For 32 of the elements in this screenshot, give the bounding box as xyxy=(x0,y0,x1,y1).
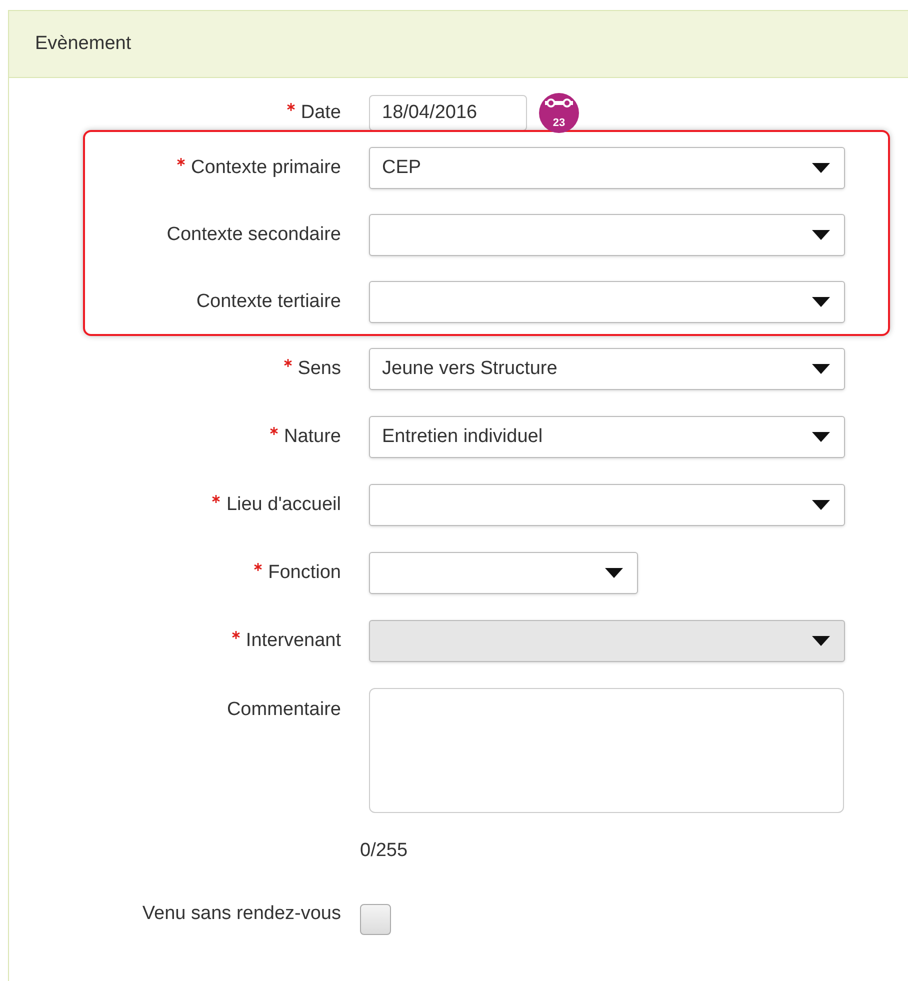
field-label: Intervenant xyxy=(246,628,341,653)
dropdown[interactable] xyxy=(369,552,638,594)
field-label: Venu sans rendez-vous xyxy=(142,902,341,926)
dropdown[interactable]: Jeune vers Structure xyxy=(369,348,845,390)
field-label: Contexte tertiaire xyxy=(196,290,341,314)
field-label: Sens xyxy=(298,356,341,381)
caret-icon xyxy=(605,568,623,578)
caret-icon xyxy=(812,230,830,240)
character-counter: 0/255 xyxy=(360,839,409,863)
date-field[interactable]: 18/04/2016 xyxy=(369,95,527,131)
caret-icon xyxy=(812,297,830,307)
caret-icon xyxy=(812,636,830,646)
dropdown[interactable]: CEP xyxy=(369,147,845,189)
comment-field[interactable] xyxy=(369,688,844,813)
caret-icon xyxy=(812,432,830,442)
caret-icon xyxy=(812,163,830,173)
field-label: Commentaire xyxy=(226,698,341,722)
panel-title: Evènement xyxy=(35,32,132,56)
field-label: Fonction xyxy=(268,560,341,585)
caret-icon xyxy=(812,364,830,374)
field-label: Contexte secondaire xyxy=(166,222,341,247)
field-label: Contexte primaire xyxy=(191,156,341,180)
field-label: Date xyxy=(300,100,341,125)
caret-icon xyxy=(812,500,830,510)
calendar-icon[interactable]: 23 xyxy=(539,93,579,133)
field-label: Nature xyxy=(284,424,341,449)
dropdown[interactable] xyxy=(369,281,845,323)
dropdown[interactable] xyxy=(369,484,845,526)
dropdown[interactable] xyxy=(369,214,845,256)
field-label: Lieu d'accueil xyxy=(226,492,341,517)
dropdown[interactable]: Entretien individuel xyxy=(369,416,845,458)
checkbox[interactable] xyxy=(360,904,391,934)
